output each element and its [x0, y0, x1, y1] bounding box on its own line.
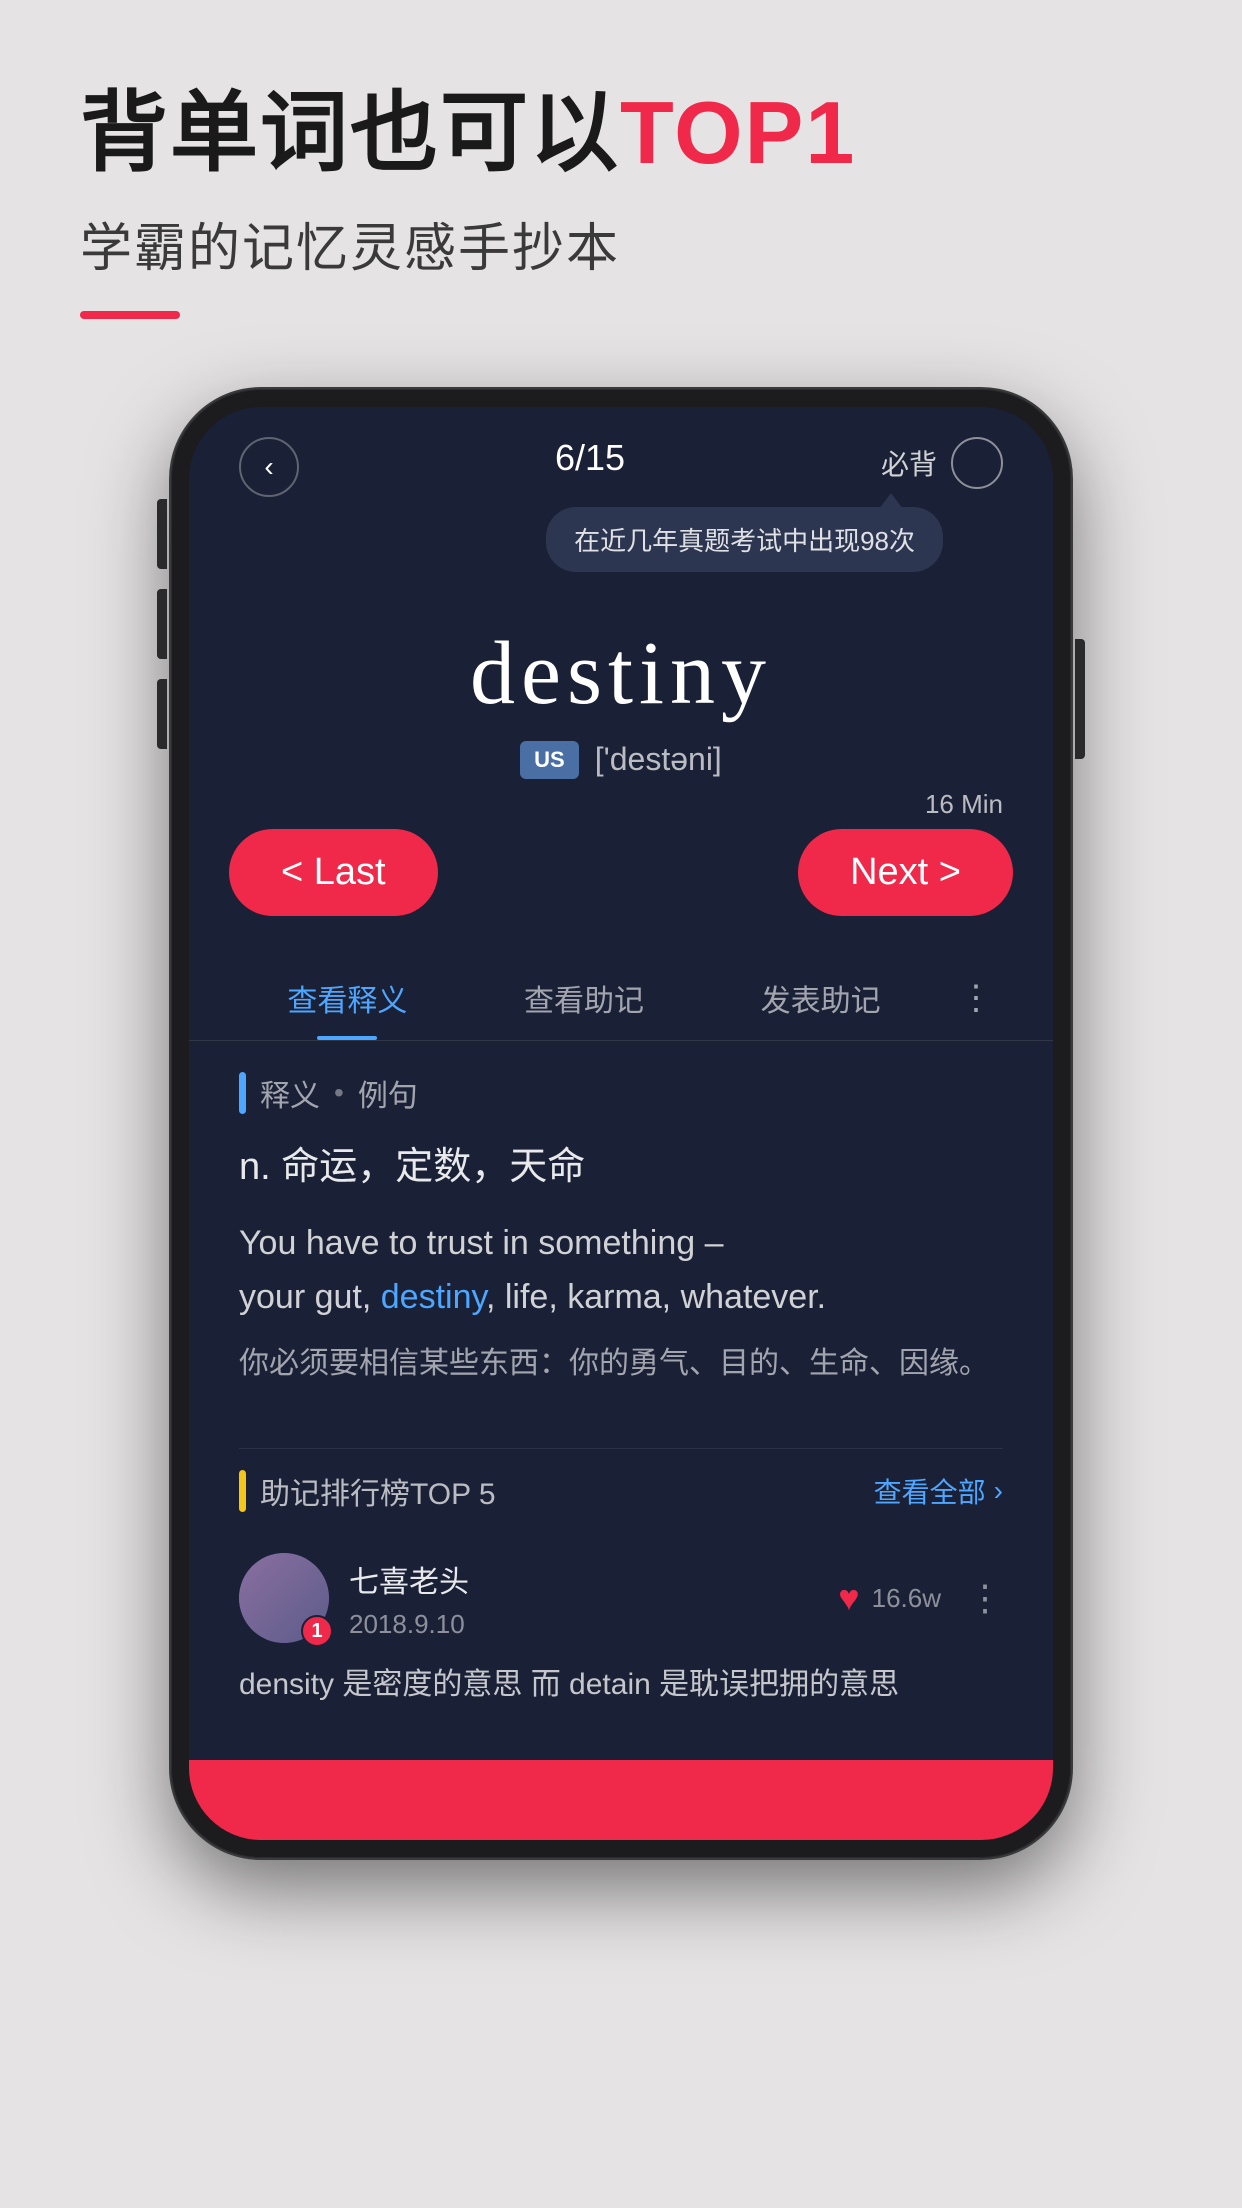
section-label1: 释义	[260, 1071, 320, 1115]
page-background: 背单词也可以TOP1 学霸的记忆灵感手抄本 ‹ 6/15 必背	[0, 0, 1242, 2208]
last-label: < Last	[281, 851, 386, 894]
definition-section-header: 释义 • 例句	[239, 1071, 1003, 1115]
title-underline	[80, 311, 180, 319]
mnemonic-header: 助记排行榜TOP 5 查看全部 ›	[239, 1448, 1003, 1513]
tab-more-button[interactable]: ⋮	[939, 958, 1013, 1038]
phonetic-text: ['destəni]	[595, 741, 722, 778]
section-dot: •	[334, 1077, 344, 1109]
phone-device: ‹ 6/15 必背 在近几年真题考试中出现98次 destiny	[171, 389, 1071, 1859]
nav-bar: ‹ 6/15 必背	[189, 407, 1053, 507]
mnemonic-title: 助记排行榜TOP 5	[260, 1469, 496, 1513]
example-en-before: You have to trust in something –	[239, 1224, 724, 1262]
pink-bottom-bar	[189, 1760, 1053, 1840]
nav-right: 必背	[881, 437, 1003, 489]
title-text-part1: 背单词也可以	[80, 83, 620, 182]
tab-post-mnemonic[interactable]: 发表助记	[702, 956, 939, 1040]
comment-card: 1 七喜老头 2018.9.10 ♥ 16.6w ⋮	[239, 1533, 1003, 1730]
subtitle: 学霸的记忆灵感手抄本	[80, 206, 1162, 281]
main-title: 背单词也可以TOP1	[80, 80, 1162, 186]
example-en-after: , life, karma, whatever.	[486, 1278, 826, 1316]
word-phonetic: US ['destəni]	[239, 741, 1003, 779]
title-highlight: TOP1	[620, 83, 856, 182]
example-en-highlight: destiny	[381, 1278, 486, 1316]
user-row: 1 七喜老头 2018.9.10 ♥ 16.6w ⋮	[239, 1553, 1003, 1643]
mnemonic-section: 助记排行榜TOP 5 查看全部 ›	[189, 1448, 1053, 1760]
tab-mnemonic-label: 查看助记	[524, 985, 644, 1018]
phone-wrapper: ‹ 6/15 必背 在近几年真题考试中出现98次 destiny	[0, 389, 1242, 1859]
user-info: 七喜老头 2018.9.10	[349, 1557, 818, 1640]
content-area: 释义 • 例句 n. 命运，定数，天命 You have to trust in…	[189, 1041, 1053, 1449]
timer-label: 16 Min	[925, 789, 1003, 820]
next-label: Next >	[850, 851, 961, 894]
username: 七喜老头	[349, 1557, 818, 1601]
must-label: 必背	[881, 443, 937, 483]
heart-icon[interactable]: ♥	[838, 1577, 859, 1619]
phone-screen-inner: ‹ 6/15 必背 在近几年真题考试中出现98次 destiny	[189, 407, 1053, 1841]
comment-text: density 是密度的意思 而 detain 是耽误把拥的意思	[239, 1659, 1003, 1710]
must-toggle[interactable]	[951, 437, 1003, 489]
like-count: 16.6w	[872, 1583, 941, 1614]
word-section: destiny US ['destəni]	[189, 572, 1053, 799]
definition-text: n. 命运，定数，天命	[239, 1139, 1003, 1196]
phonetic-tag: US	[520, 741, 579, 779]
last-button[interactable]: < Last	[229, 829, 438, 916]
back-button[interactable]: ‹	[239, 437, 299, 497]
tab-mnemonic[interactable]: 查看助记	[466, 956, 703, 1040]
tab-definition[interactable]: 查看释义	[229, 956, 466, 1040]
more-options-icon[interactable]: ⋮	[967, 1577, 1003, 1619]
mnemonic-indicator-yellow	[239, 1470, 246, 1512]
tooltip: 在近几年真题考试中出现98次	[546, 507, 943, 572]
rank-badge: 1	[301, 1615, 333, 1647]
section-label2: 例句	[358, 1071, 418, 1115]
nav-buttons-area: 16 Min < Last Next >	[189, 799, 1053, 946]
like-section: ♥ 16.6w ⋮	[838, 1577, 1003, 1619]
view-all-label: 查看全部	[874, 1471, 986, 1511]
progress-indicator: 6/15	[555, 437, 625, 479]
tab-definition-label: 查看释义	[287, 985, 407, 1018]
tooltip-wrapper: 在近几年真题考试中出现98次	[189, 507, 1053, 572]
chevron-right-icon: ›	[994, 1475, 1003, 1507]
example-english: You have to trust in something – your gu…	[239, 1216, 1003, 1325]
tab-post-label: 发表助记	[761, 985, 881, 1018]
example-en-word: your gut,	[239, 1278, 381, 1316]
example-chinese: 你必须要相信某些东西：你的勇气、目的、生命、因缘。	[239, 1340, 1003, 1388]
section-indicator-blue	[239, 1072, 246, 1114]
mnemonic-left: 助记排行榜TOP 5	[239, 1469, 496, 1513]
next-button[interactable]: Next >	[798, 829, 1013, 916]
tab-bar: 查看释义 查看助记 发表助记 ⋮	[189, 946, 1053, 1041]
post-date: 2018.9.10	[349, 1609, 818, 1640]
avatar-wrapper: 1	[239, 1553, 329, 1643]
top-section: 背单词也可以TOP1 学霸的记忆灵感手抄本	[0, 0, 1242, 359]
word-english: destiny	[239, 622, 1003, 725]
view-all-button[interactable]: 查看全部 ›	[874, 1471, 1003, 1511]
phone-screen: ‹ 6/15 必背 在近几年真题考试中出现98次 destiny	[189, 407, 1053, 1841]
